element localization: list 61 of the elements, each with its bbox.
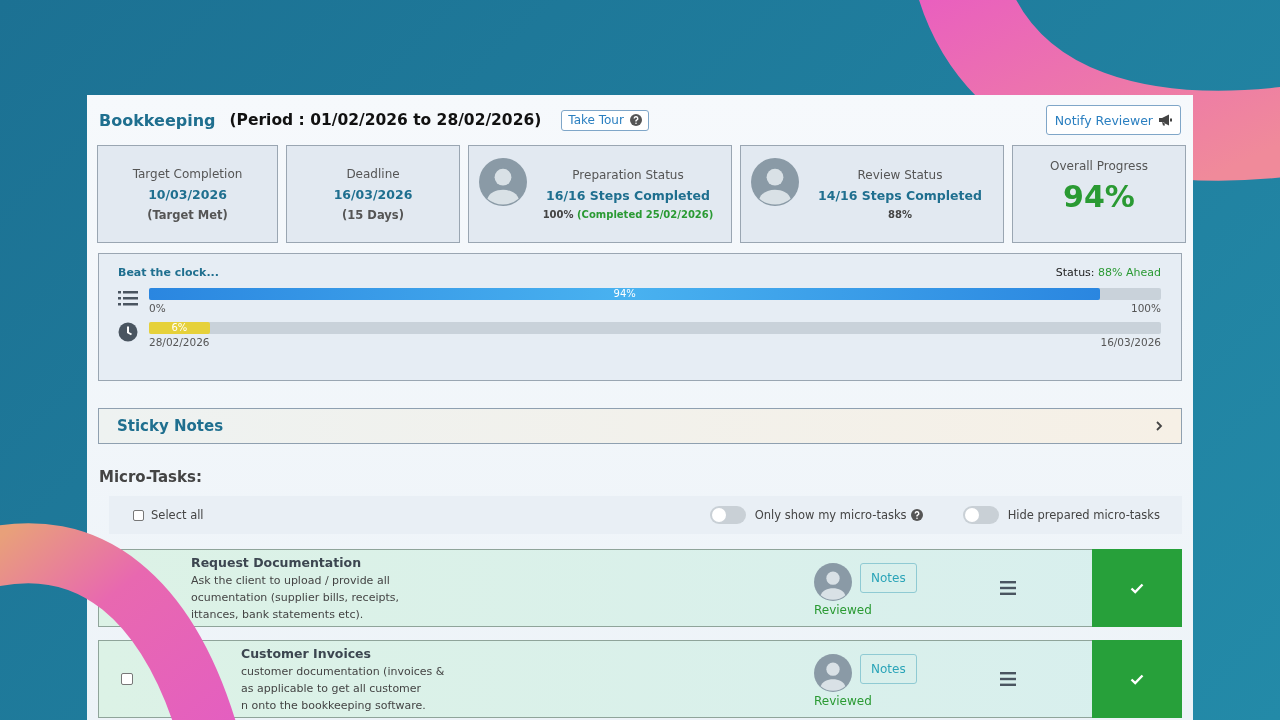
avatar xyxy=(814,563,852,601)
checkmark-icon xyxy=(1130,582,1144,594)
chevron-right-icon xyxy=(1155,421,1163,431)
task-description-line: ocumentation (supplier bills, receipts, xyxy=(191,590,400,606)
toggle-label: Only show my micro-tasks xyxy=(754,508,907,522)
notify-reviewer-button[interactable]: Notify Reviewer xyxy=(1045,105,1181,135)
card-label: Deadline xyxy=(346,166,400,181)
date-value: 10/03/2026 xyxy=(148,186,227,202)
progress-note: 88% xyxy=(888,209,912,220)
avatar xyxy=(751,158,799,206)
page-title: Bookkeeping xyxy=(99,110,216,130)
bar-label: 6% xyxy=(170,322,189,334)
card-label: Overall Progress xyxy=(1050,159,1148,173)
task-description-line: ittances, bank statements etc). xyxy=(191,607,365,623)
date-note: (Target Met) xyxy=(147,207,228,222)
task-description-line: as applicable to get all customer xyxy=(241,681,423,697)
axis-start-label: 0% xyxy=(149,302,166,314)
steps-completed: 16/16 Steps Completed xyxy=(546,188,710,203)
task-title: Request Documentation xyxy=(191,555,363,570)
task-description-line: customer documentation (invoices & xyxy=(241,664,446,680)
avatar xyxy=(479,158,527,206)
checkmark-icon xyxy=(1130,673,1144,685)
task-description-line: Ask the client to upload / provide all xyxy=(191,573,391,589)
task-description-line: n onto the bookkeeping software. xyxy=(241,698,427,714)
axis-end-label: 100% xyxy=(1130,302,1161,314)
overall-percent: 94% xyxy=(1063,179,1135,214)
task-checkbox[interactable] xyxy=(121,673,133,685)
help-icon[interactable] xyxy=(910,509,923,521)
status-text: Status: 88% Ahead xyxy=(1055,266,1161,279)
toggle-switch[interactable] xyxy=(709,506,746,524)
steps-completed: 14/16 Steps Completed xyxy=(818,188,982,203)
checkbox-label: Select all xyxy=(151,508,204,522)
sticky-notes-header[interactable]: Sticky Notes xyxy=(98,408,1182,444)
megaphone-icon xyxy=(1158,114,1172,126)
notes-button[interactable]: Notes xyxy=(860,563,917,593)
menu-icon[interactable] xyxy=(1000,581,1016,595)
toggle-label: Hide prepared micro-tasks xyxy=(1007,508,1160,522)
card-label: Target Completion xyxy=(132,166,243,181)
checkbox[interactable] xyxy=(133,509,144,521)
list-icon xyxy=(118,288,138,308)
toggle-switch[interactable] xyxy=(962,506,999,524)
task-title: Customer Invoices xyxy=(241,646,372,661)
axis-start-label: 28/02/2026 xyxy=(149,336,210,348)
take-tour-button[interactable]: Take Tour xyxy=(561,109,649,131)
section-title: Micro-Tasks: xyxy=(99,468,203,486)
help-icon xyxy=(629,114,642,126)
menu-icon[interactable] xyxy=(1000,672,1016,686)
review-status: Reviewed xyxy=(814,694,873,708)
card-label: Review Status xyxy=(857,168,943,182)
review-status: Reviewed xyxy=(814,603,873,617)
date-value: 16/03/2026 xyxy=(333,186,413,202)
clock-icon xyxy=(118,322,138,342)
period-label: (Period : 01/02/2026 to 28/02/2026) xyxy=(229,111,542,129)
progress-note: 100% (Completed 25/02/2026) xyxy=(542,209,714,220)
notes-button[interactable]: Notes xyxy=(860,654,917,684)
card-label: Preparation Status xyxy=(572,168,684,182)
date-note: (15 Days) xyxy=(342,207,404,222)
panel-title: Beat the clock... xyxy=(118,266,219,279)
avatar xyxy=(814,654,852,692)
bar-label: 94% xyxy=(612,288,637,300)
axis-end-label: 16/03/2026 xyxy=(1100,336,1161,348)
